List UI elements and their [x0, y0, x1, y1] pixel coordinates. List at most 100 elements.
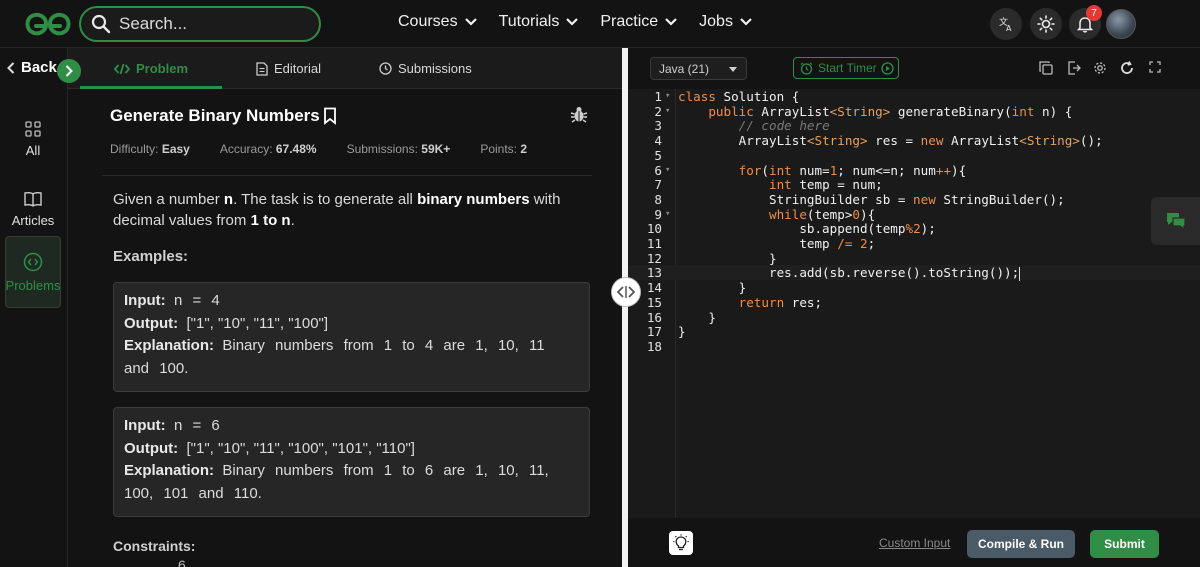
- line-number: 6: [654, 162, 662, 178]
- chat-button[interactable]: [1151, 197, 1200, 245]
- language-value: Java (21): [659, 61, 710, 76]
- tab-problem[interactable]: Problem: [79, 48, 223, 89]
- text-caret: [1019, 266, 1021, 281]
- tab-submissions[interactable]: Submissions: [379, 48, 472, 89]
- chat-bubbles-icon: [1166, 213, 1186, 231]
- line-number: 10: [646, 221, 662, 237]
- main-menu: Courses Tutorials Practice Jobs: [398, 13, 774, 31]
- output-label: Output:: [124, 439, 179, 457]
- nav-jobs[interactable]: Jobs: [699, 13, 752, 31]
- code-line: 7 int temp = num;: [628, 177, 1200, 192]
- notification-count-badge: 7: [1086, 5, 1102, 21]
- alarm-clock-icon: [800, 62, 813, 75]
- code-area[interactable]: 1 ▾ class Solution { 2 ▾ public ArrayList<S…: [628, 89, 1200, 518]
- rail-item-problems[interactable]: Problems: [5, 236, 61, 308]
- language-select[interactable]: Java (21): [650, 57, 747, 80]
- fold-arrow-icon[interactable]: ▾: [665, 163, 670, 178]
- problem-description: Given a number n. The task is to generat…: [113, 189, 583, 231]
- tab-editorial-label: Editorial: [274, 61, 321, 76]
- resize-handle[interactable]: [611, 277, 641, 307]
- settings-gear-icon[interactable]: [1093, 61, 1107, 75]
- editor-toolbar: Java (21) Start Timer: [628, 48, 1200, 89]
- submit-button[interactable]: Submit: [1090, 530, 1159, 558]
- desc-bold: binary numbers: [417, 191, 530, 208]
- caret-down-icon: [729, 67, 737, 72]
- rail-item-articles[interactable]: Articles: [5, 173, 61, 245]
- grid-icon: [25, 120, 41, 137]
- line-number: 18: [646, 338, 662, 354]
- accuracy-label: Accuracy:: [219, 142, 273, 156]
- submissions-info: Submissions: 59K+: [347, 142, 451, 156]
- back-label: Back: [21, 59, 57, 76]
- left-rail: Back All Articles Problems: [0, 48, 68, 567]
- code-line: 2 ▾ public ArrayList<String> generateBina…: [628, 104, 1200, 119]
- example-box: Input: n = 6 Output: ["1", "10", "11", "…: [113, 407, 590, 517]
- code-circle-icon: [23, 252, 43, 271]
- user-avatar[interactable]: [1106, 9, 1136, 39]
- gfg-logo[interactable]: [24, 11, 72, 37]
- example-box: Input: n = 4 Output: ["1", "10", "11", "…: [113, 282, 590, 392]
- input-value: n = 6: [174, 417, 220, 434]
- bookmark-icon[interactable]: [323, 107, 337, 125]
- line-number: 8: [654, 191, 662, 207]
- editor-bottom-bar: Custom Input Compile & Run Submit: [628, 518, 1200, 567]
- search-box[interactable]: [79, 6, 321, 42]
- compile-run-button[interactable]: Compile & Run: [967, 530, 1075, 558]
- search-icon: [91, 14, 111, 34]
- desc-text: .: [290, 212, 295, 229]
- bug-report-icon[interactable]: [570, 105, 588, 123]
- copy-icon[interactable]: [1039, 61, 1053, 75]
- back-button[interactable]: Back: [7, 59, 57, 76]
- line-number: 13: [646, 265, 662, 281]
- code-line: 13 res.add(sb.reverse().toString());: [628, 265, 1200, 281]
- fold-arrow-icon[interactable]: ▾: [665, 104, 670, 119]
- examples-heading: Examples:: [113, 248, 189, 265]
- nav-tutorials-label: Tutorials: [498, 13, 560, 30]
- clock-icon: [379, 62, 392, 75]
- input-label: Input:: [124, 417, 166, 434]
- code-editor[interactable]: 1 ▾ class Solution { 2 ▾ public ArrayList<S…: [628, 89, 1200, 518]
- problem-panel: Generate Binary Numbers Difficulty: Easy…: [68, 89, 622, 567]
- rail-item-articles-label: Articles: [11, 212, 55, 228]
- code-line: 5: [628, 148, 1200, 163]
- custom-input-link[interactable]: Custom Input: [879, 536, 950, 550]
- lightbulb-icon: [673, 534, 689, 551]
- theme-toggle-button[interactable]: [1030, 8, 1062, 40]
- tab-editorial[interactable]: Editorial: [256, 48, 321, 89]
- constraints-heading: Constraints:: [113, 538, 196, 554]
- hint-button[interactable]: [669, 531, 693, 555]
- input-label: Input:: [124, 292, 166, 309]
- code-line: 18: [628, 339, 1200, 354]
- chevron-right-icon: [65, 65, 73, 77]
- expand-sidebar-button[interactable]: [57, 59, 81, 83]
- difficulty-info: Difficulty: Easy: [110, 142, 190, 156]
- reset-icon[interactable]: [1120, 61, 1134, 75]
- nav-tutorials[interactable]: Tutorials: [499, 13, 579, 31]
- line-number: 12: [646, 250, 662, 266]
- chevron-down-icon: [740, 18, 752, 26]
- translate-icon: 文A: [999, 16, 1012, 32]
- code-line: 10 sb.append(temp%2);: [628, 221, 1200, 236]
- start-timer-button[interactable]: Start Timer: [793, 57, 899, 79]
- sun-icon: [1037, 15, 1055, 33]
- explanation-label: Explanation:: [124, 462, 215, 479]
- code-line: 17}: [628, 324, 1200, 339]
- export-icon[interactable]: [1067, 61, 1081, 75]
- constraints-text: 6: [178, 557, 186, 567]
- fold-arrow-icon[interactable]: ▾: [665, 89, 670, 104]
- points-value: 2: [520, 142, 528, 156]
- fullscreen-icon[interactable]: [1149, 61, 1161, 73]
- code-line: 8 StringBuilder sb = new StringBuilder()…: [628, 192, 1200, 207]
- search-input[interactable]: [119, 14, 299, 34]
- code-line: 1 ▾ class Solution {: [628, 89, 1200, 104]
- nav-courses-label: Courses: [398, 13, 458, 30]
- fold-arrow-icon[interactable]: ▾: [665, 207, 670, 222]
- nav-courses[interactable]: Courses: [398, 13, 477, 31]
- drag-handle-icon: [617, 286, 635, 298]
- line-number: 11: [646, 236, 662, 251]
- code-line: 11 temp /= 2;: [628, 236, 1200, 251]
- rail-item-all[interactable]: All: [5, 103, 61, 175]
- chevron-down-icon: [464, 18, 477, 26]
- translate-button[interactable]: 文A: [990, 8, 1022, 40]
- nav-practice[interactable]: Practice: [600, 13, 677, 31]
